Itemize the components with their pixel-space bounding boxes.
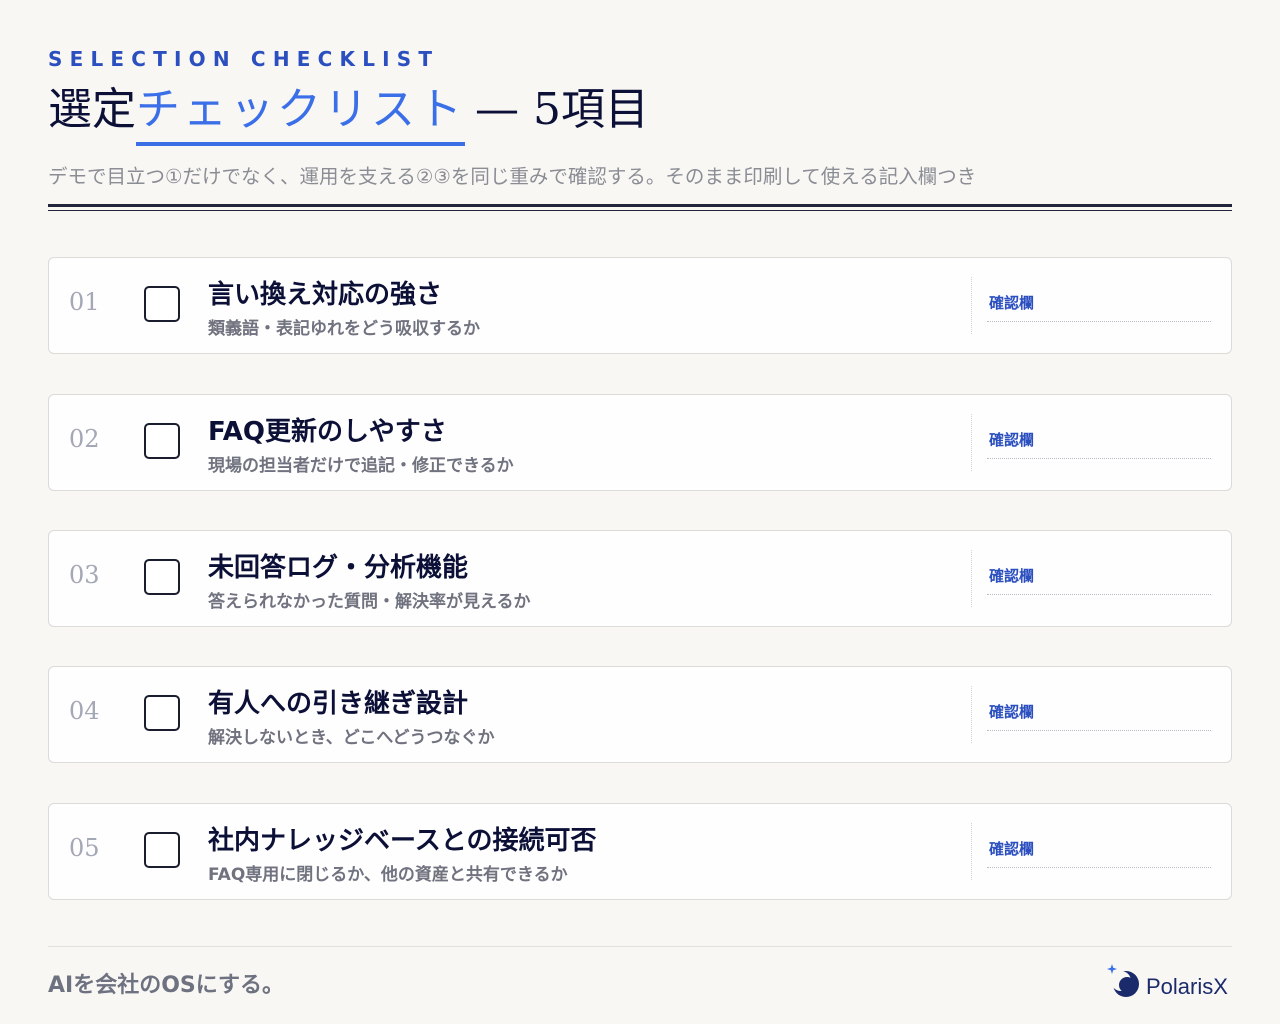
title-count: — 5項目 — [475, 84, 649, 135]
checklist-item: 03 未回答ログ・分析機能 答えられなかった質問・解決率が見えるか 確認欄 — [48, 530, 1232, 627]
item-title: 有人への引き継ぎ設計 — [208, 689, 469, 719]
item-description: 解決しないとき、どこへどうつなぐか — [208, 728, 495, 748]
item-title: 言い換え対応の強さ — [208, 280, 443, 310]
item-divider — [971, 277, 972, 334]
eyebrow-label: SELECTION CHECKLIST — [48, 47, 440, 71]
polaris-logo-icon — [1107, 964, 1139, 997]
item-number: 01 — [69, 288, 100, 316]
confirm-field-line[interactable] — [987, 730, 1211, 731]
header-divider-thin — [48, 210, 1232, 211]
item-checkbox[interactable] — [144, 423, 180, 459]
item-title: 社内ナレッジベースとの接続可否 — [208, 826, 597, 856]
item-title: FAQ更新のしやすさ — [208, 417, 447, 447]
header-divider — [48, 204, 1232, 207]
item-description: 現場の担当者だけで追記・修正できるか — [208, 456, 514, 476]
confirm-field-label: 確認欄 — [989, 703, 1035, 721]
checklist-item: 05 社内ナレッジベースとの接続可否 FAQ専用に閉じるか、他の資産と共有できる… — [48, 803, 1232, 900]
item-description: 類義語・表記ゆれをどう吸収するか — [208, 319, 480, 339]
page-subtitle: デモで目立つ①だけでなく、運用を支える②③を同じ重みで確認する。そのまま印刷して… — [48, 165, 977, 188]
item-divider — [971, 550, 972, 607]
checklist-item: 01 言い換え対応の強さ 類義語・表記ゆれをどう吸収するか 確認欄 — [48, 257, 1232, 354]
confirm-field-line[interactable] — [987, 321, 1211, 322]
item-divider — [971, 686, 972, 743]
item-checkbox[interactable] — [144, 832, 180, 868]
confirm-field-label: 確認欄 — [989, 431, 1035, 449]
item-number: 04 — [69, 697, 100, 725]
item-checkbox[interactable] — [144, 559, 180, 595]
confirm-field-label: 確認欄 — [989, 567, 1035, 585]
brand-name: PolarisX — [1146, 974, 1228, 999]
confirm-field-line[interactable] — [987, 458, 1211, 459]
item-number: 05 — [69, 834, 100, 862]
footer-tagline: AIを会社のOSにする。 — [48, 973, 284, 998]
confirm-field-label: 確認欄 — [989, 294, 1035, 312]
item-number: 03 — [69, 561, 100, 589]
item-number: 02 — [69, 425, 100, 453]
checklist-item: 04 有人への引き継ぎ設計 解決しないとき、どこへどうつなぐか 確認欄 — [48, 666, 1232, 763]
footer-divider — [48, 946, 1232, 947]
title-accent: チェックリスト — [136, 80, 465, 146]
confirm-field-line[interactable] — [987, 594, 1211, 595]
item-title: 未回答ログ・分析機能 — [208, 553, 469, 583]
title-main: 選定 — [48, 84, 136, 135]
brand-logo: PolarisX — [1104, 962, 1234, 1002]
item-divider — [971, 823, 972, 880]
item-description: FAQ専用に閉じるか、他の資産と共有できるか — [208, 865, 568, 885]
item-checkbox[interactable] — [144, 286, 180, 322]
item-description: 答えられなかった質問・解決率が見えるか — [208, 592, 531, 612]
checklist-item: 02 FAQ更新のしやすさ 現場の担当者だけで追記・修正できるか 確認欄 — [48, 394, 1232, 491]
confirm-field-label: 確認欄 — [989, 840, 1035, 858]
page-title: 選定チェックリスト — 5項目 — [48, 80, 649, 146]
item-divider — [971, 414, 972, 471]
confirm-field-line[interactable] — [987, 867, 1211, 868]
item-checkbox[interactable] — [144, 695, 180, 731]
